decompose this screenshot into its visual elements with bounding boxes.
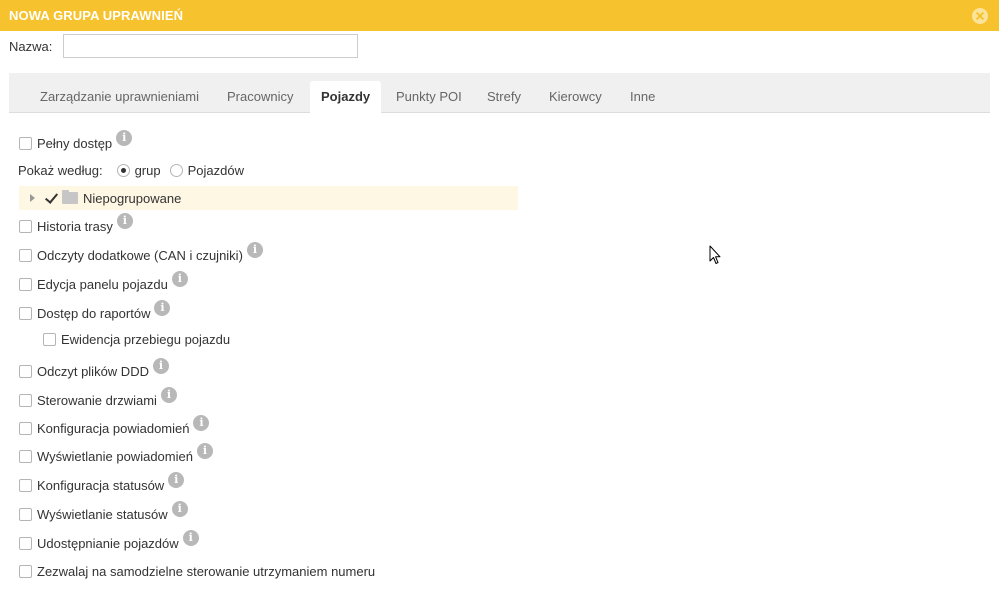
tab-other[interactable]: Inne	[630, 89, 655, 104]
expand-arrow-icon[interactable]	[30, 194, 35, 202]
folder-icon	[62, 190, 78, 204]
tab-employees[interactable]: Pracownicy	[227, 89, 293, 104]
route-history-label: Historia trasy	[37, 218, 113, 234]
info-icon[interactable]: i	[182, 530, 199, 546]
dialog-title: NOWA GRUPA UPRAWNIEŃ	[9, 8, 184, 23]
permission-row: Odczyty dodatkowe (CAN i czujniki) i	[19, 242, 263, 264]
route-history-checkbox[interactable]	[19, 219, 32, 233]
permission-row: Odczyt plików DDD i	[19, 358, 169, 380]
dialog-header: NOWA GRUPA UPRAWNIEŃ	[0, 0, 999, 31]
reports-access-checkbox[interactable]	[19, 306, 32, 320]
permission-row: Edycja panelu pojazdu i	[19, 271, 188, 293]
show-by-row: Pokaż według: grup Pojazdów	[18, 161, 244, 179]
show-by-groups-radio[interactable]	[116, 163, 130, 177]
info-icon[interactable]: i	[168, 472, 185, 488]
tab-permissions-management[interactable]: Zarządzanie uprawnieniami	[40, 89, 199, 104]
reports-access-label: Dostęp do raportów	[37, 305, 151, 321]
extra-readings-label: Odczyty dodatkowe (CAN i czujniki)	[37, 247, 243, 263]
show-by-label: Pokaż według:	[18, 162, 103, 178]
vehicle-sharing-label: Udostępnianie pojazdów	[37, 535, 179, 551]
info-icon[interactable]: i	[171, 271, 188, 287]
show-by-vehicles-label: Pojazdów	[187, 162, 244, 178]
permission-row: Wyświetlanie powiadomień i	[19, 443, 213, 465]
full-access-label: Pełny dostęp	[37, 135, 113, 151]
tab-bar: Zarządzanie uprawnieniami Pracownicy Poj…	[9, 73, 990, 113]
extra-readings-checkbox[interactable]	[19, 248, 32, 262]
info-icon[interactable]: i	[116, 130, 133, 146]
door-control-checkbox[interactable]	[19, 393, 32, 407]
show-by-groups-label: grup	[134, 162, 161, 178]
info-icon[interactable]: i	[154, 300, 171, 316]
door-control-label: Sterowanie drzwiami	[37, 392, 157, 408]
info-icon[interactable]: i	[171, 501, 188, 517]
status-config-label: Konfiguracja statusów	[37, 477, 165, 493]
permission-row: Zezwalaj na samodzielne sterowanie utrzy…	[19, 562, 375, 580]
vehicle-panel-edit-label: Edycja panelu pojazdu	[37, 276, 168, 292]
group-label: Niepogrupowane	[83, 190, 182, 206]
permission-row: Historia trasy i	[19, 213, 133, 235]
tab-zones[interactable]: Strefy	[487, 89, 521, 104]
status-config-checkbox[interactable]	[19, 478, 32, 492]
number-retention-label: Zezwalaj na samodzielne sterowanie utrzy…	[37, 563, 376, 579]
tab-vehicles[interactable]: Pojazdy	[310, 81, 382, 113]
name-input[interactable]	[63, 34, 358, 58]
notification-view-checkbox[interactable]	[19, 449, 32, 463]
vehicle-sharing-checkbox[interactable]	[19, 536, 32, 550]
notification-view-label: Wyświetlanie powiadomień	[37, 448, 193, 464]
show-by-vehicles-radio[interactable]	[169, 163, 183, 177]
status-view-checkbox[interactable]	[19, 507, 32, 521]
close-icon[interactable]	[972, 8, 988, 24]
vehicle-panel-edit-checkbox[interactable]	[19, 277, 32, 291]
status-view-label: Wyświetlanie statusów	[37, 506, 168, 522]
full-access-checkbox[interactable]	[19, 136, 32, 150]
tab-drivers[interactable]: Kierowcy	[549, 89, 602, 104]
permission-row: Sterowanie drzwiami i	[19, 387, 177, 409]
info-icon[interactable]: i	[196, 443, 213, 459]
permission-row: Wyświetlanie statusów i	[19, 501, 188, 523]
info-icon[interactable]: i	[116, 213, 133, 229]
notification-config-label: Konfiguracja powiadomień	[37, 420, 190, 436]
vehicle-group-row: Niepogrupowane	[19, 186, 518, 210]
notification-config-checkbox[interactable]	[19, 421, 32, 435]
info-icon[interactable]: i	[193, 415, 210, 431]
info-icon[interactable]: i	[246, 242, 263, 258]
mileage-register-checkbox[interactable]	[43, 332, 56, 346]
name-label: Nazwa:	[9, 39, 53, 54]
full-access-row: Pełny dostęp i	[19, 130, 133, 152]
permission-row: Udostępnianie pojazdów i	[19, 530, 199, 552]
permission-subrow: Ewidencja przebiegu pojazdu	[43, 330, 230, 348]
number-retention-checkbox[interactable]	[19, 564, 32, 578]
permission-row: Konfiguracja statusów i	[19, 472, 185, 494]
mileage-register-label: Ewidencja przebiegu pojazdu	[61, 331, 231, 347]
info-icon[interactable]: i	[160, 387, 177, 403]
mouse-cursor-icon	[709, 245, 721, 264]
ddd-files-checkbox[interactable]	[19, 364, 32, 378]
group-checkbox[interactable]	[44, 192, 57, 205]
ddd-files-label: Odczyt plików DDD	[37, 363, 149, 379]
permission-row: Konfiguracja powiadomień i	[19, 415, 210, 437]
permission-row: Dostęp do raportów i	[19, 300, 171, 322]
tab-poi[interactable]: Punkty POI	[396, 89, 462, 104]
info-icon[interactable]: i	[152, 358, 169, 374]
